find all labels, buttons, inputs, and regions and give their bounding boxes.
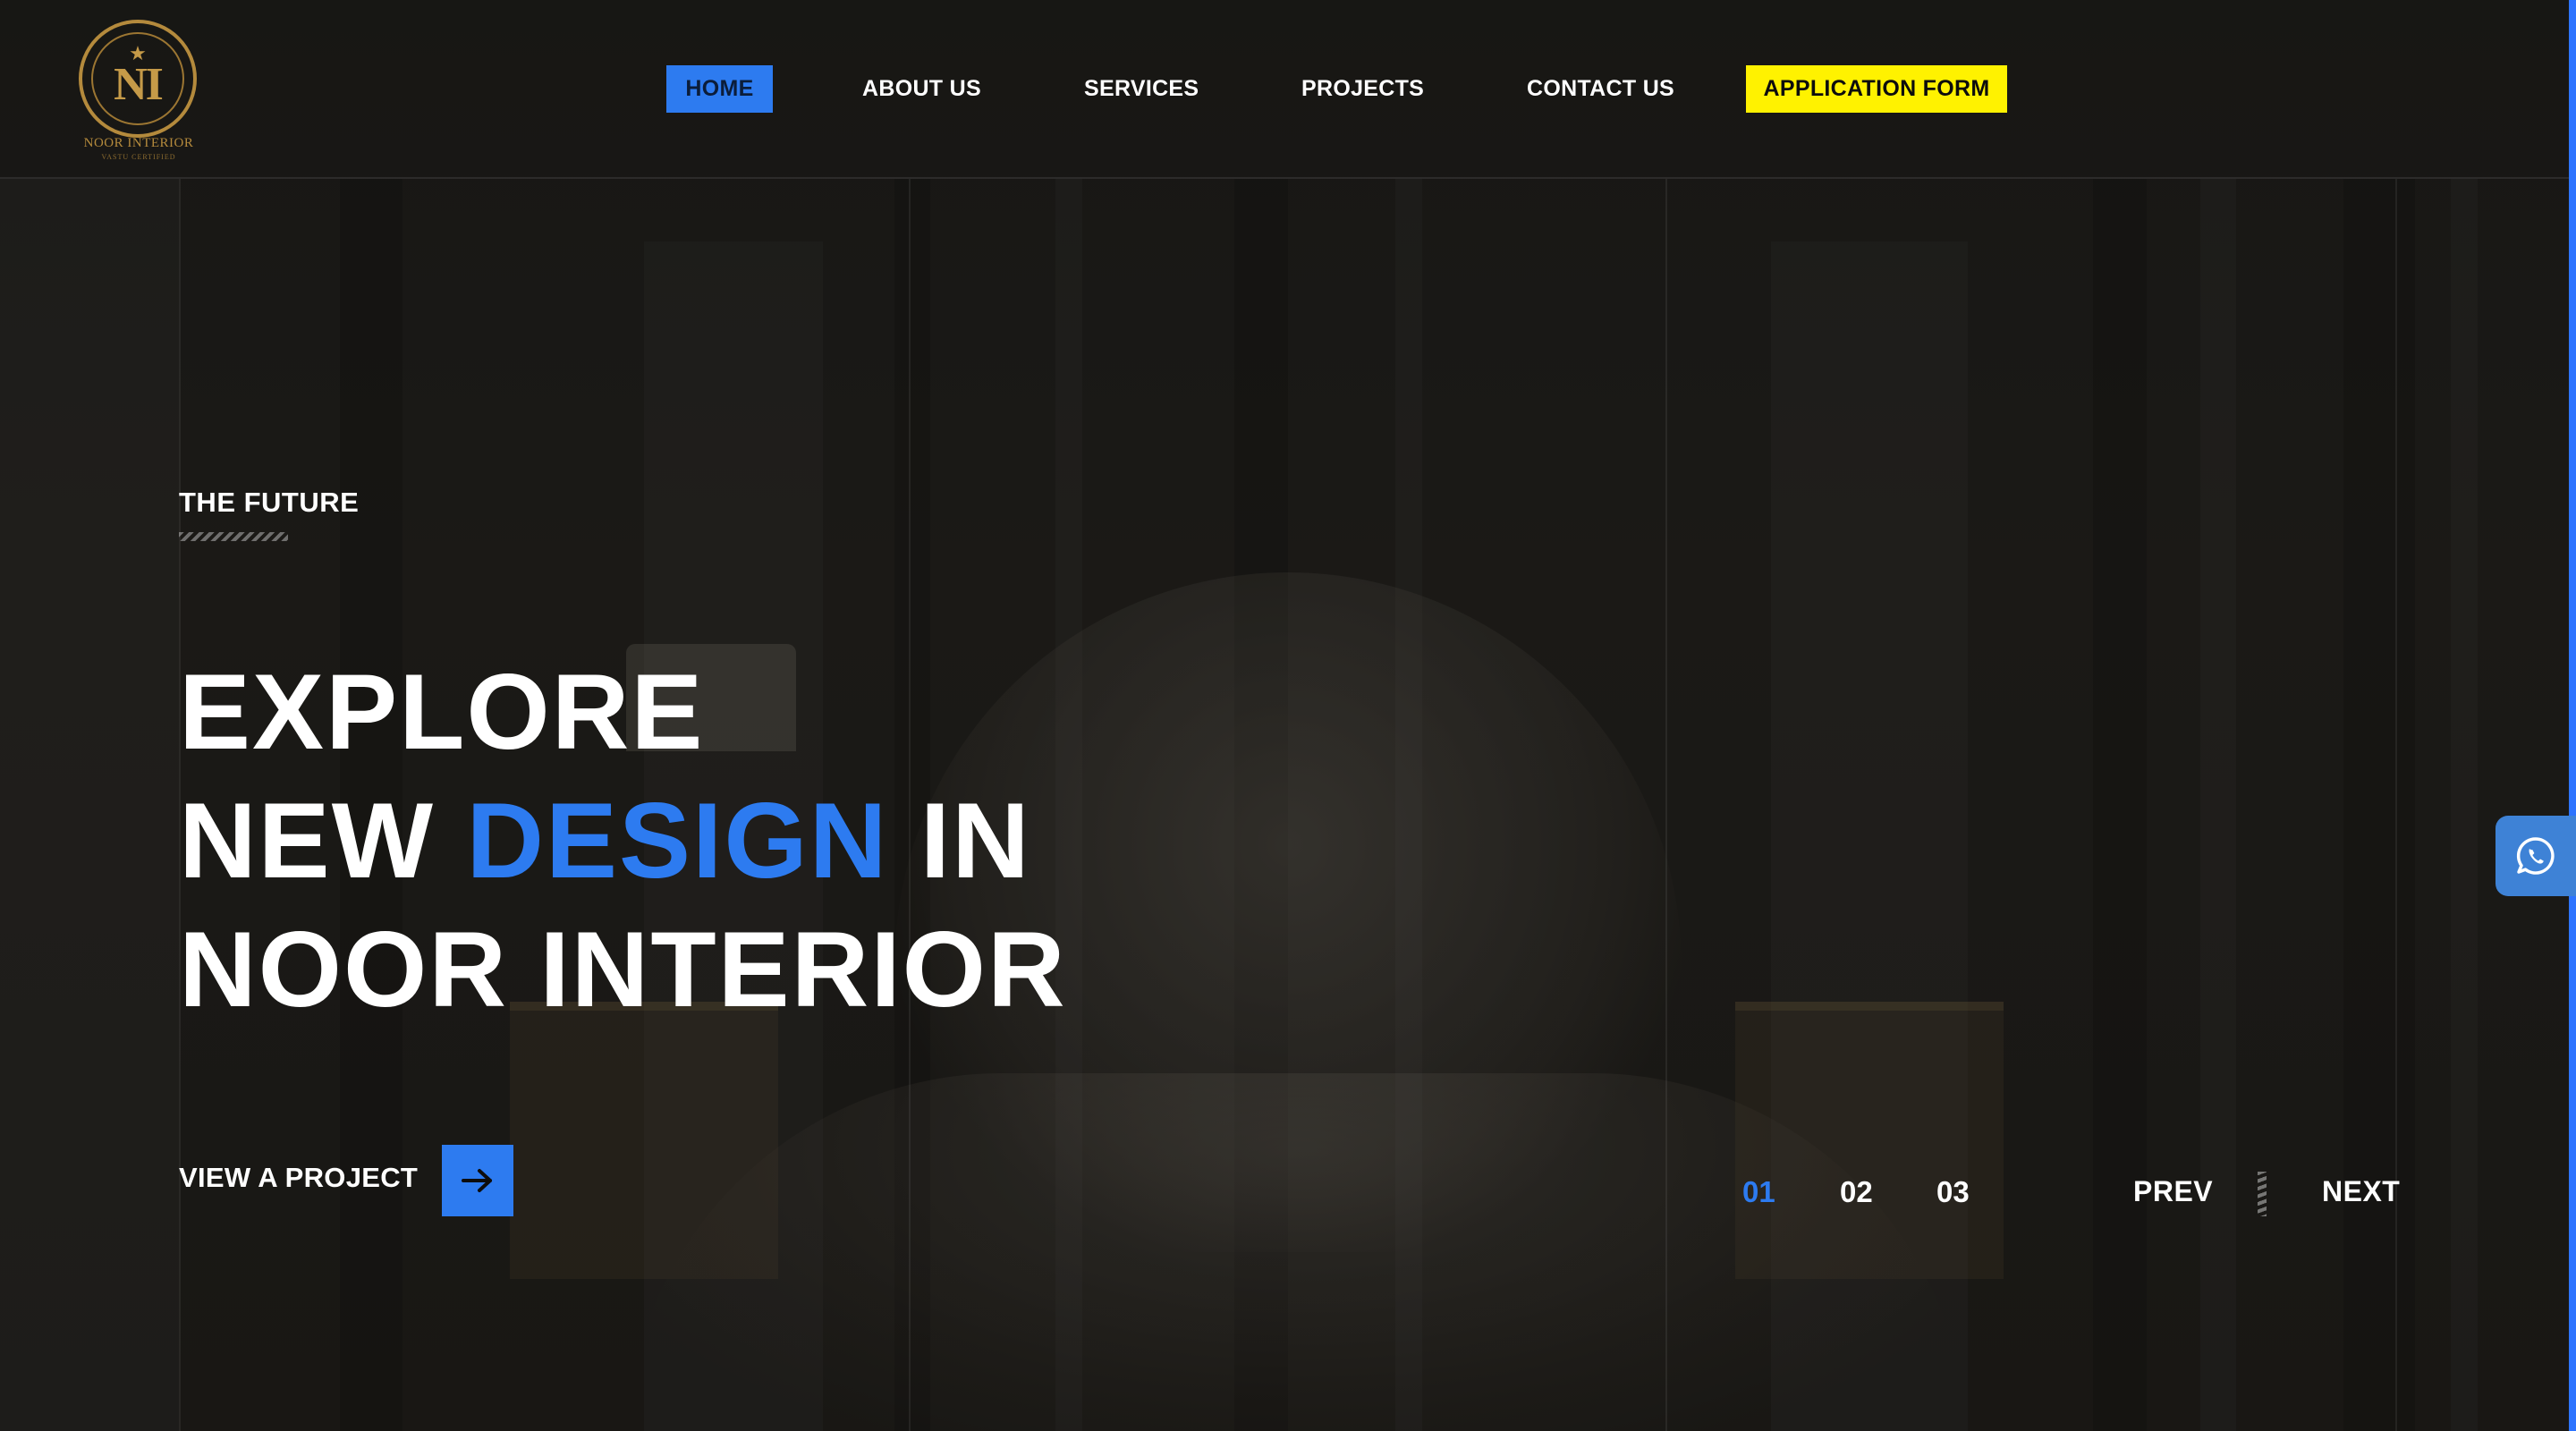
slider-control-divider (2258, 1172, 2267, 1216)
eyebrow-underline (179, 532, 288, 541)
slide-indicator-1[interactable]: 01 (1742, 1175, 1775, 1209)
logo-monogram: NI (114, 59, 164, 110)
header-divider (0, 177, 2569, 179)
grid-line (2395, 179, 2397, 1431)
logo-emblem: ★ NI (91, 32, 184, 125)
next-button[interactable]: NEXT (2322, 1175, 2400, 1208)
view-project-button[interactable] (442, 1145, 513, 1216)
prev-button[interactable]: PREV (2133, 1175, 2213, 1208)
headline-word: NEW (179, 781, 435, 901)
whatsapp-icon (2516, 837, 2555, 875)
nav-application-form[interactable]: APPLICATION FORM (1746, 65, 2007, 113)
headline-word: IN (919, 781, 1031, 901)
headline-line-3: NOOR INTERIOR (179, 910, 1067, 1029)
nav-about[interactable]: ABOUT US (862, 65, 981, 113)
view-project-link[interactable]: VIEW A PROJECT (179, 1162, 418, 1194)
nav-services[interactable]: SERVICES (1084, 65, 1199, 113)
logo-tagline: VASTU CERTIFIED (101, 153, 176, 161)
headline-accent-word: DESIGN (466, 781, 889, 901)
arrow-right-icon (462, 1169, 492, 1192)
grid-line (1665, 179, 1667, 1431)
slide-indicator-2[interactable]: 02 (1840, 1175, 1873, 1209)
headline-line-2: NEW DESIGN IN (179, 787, 1031, 894)
nav-home[interactable]: HOME (666, 65, 773, 113)
scrollbar-accent (2569, 0, 2576, 1431)
brand-logo[interactable]: ★ NI (79, 20, 197, 138)
whatsapp-button[interactable] (2496, 816, 2576, 896)
slide-indicator-3[interactable]: 03 (1936, 1175, 1970, 1209)
hero-eyebrow: THE FUTURE (179, 487, 360, 518)
nav-contact[interactable]: CONTACT US (1527, 65, 1674, 113)
logo-name: NOOR INTERIOR (83, 136, 194, 150)
nav-projects[interactable]: PROJECTS (1301, 65, 1424, 113)
headline-line-1: EXPLORE (179, 652, 705, 772)
